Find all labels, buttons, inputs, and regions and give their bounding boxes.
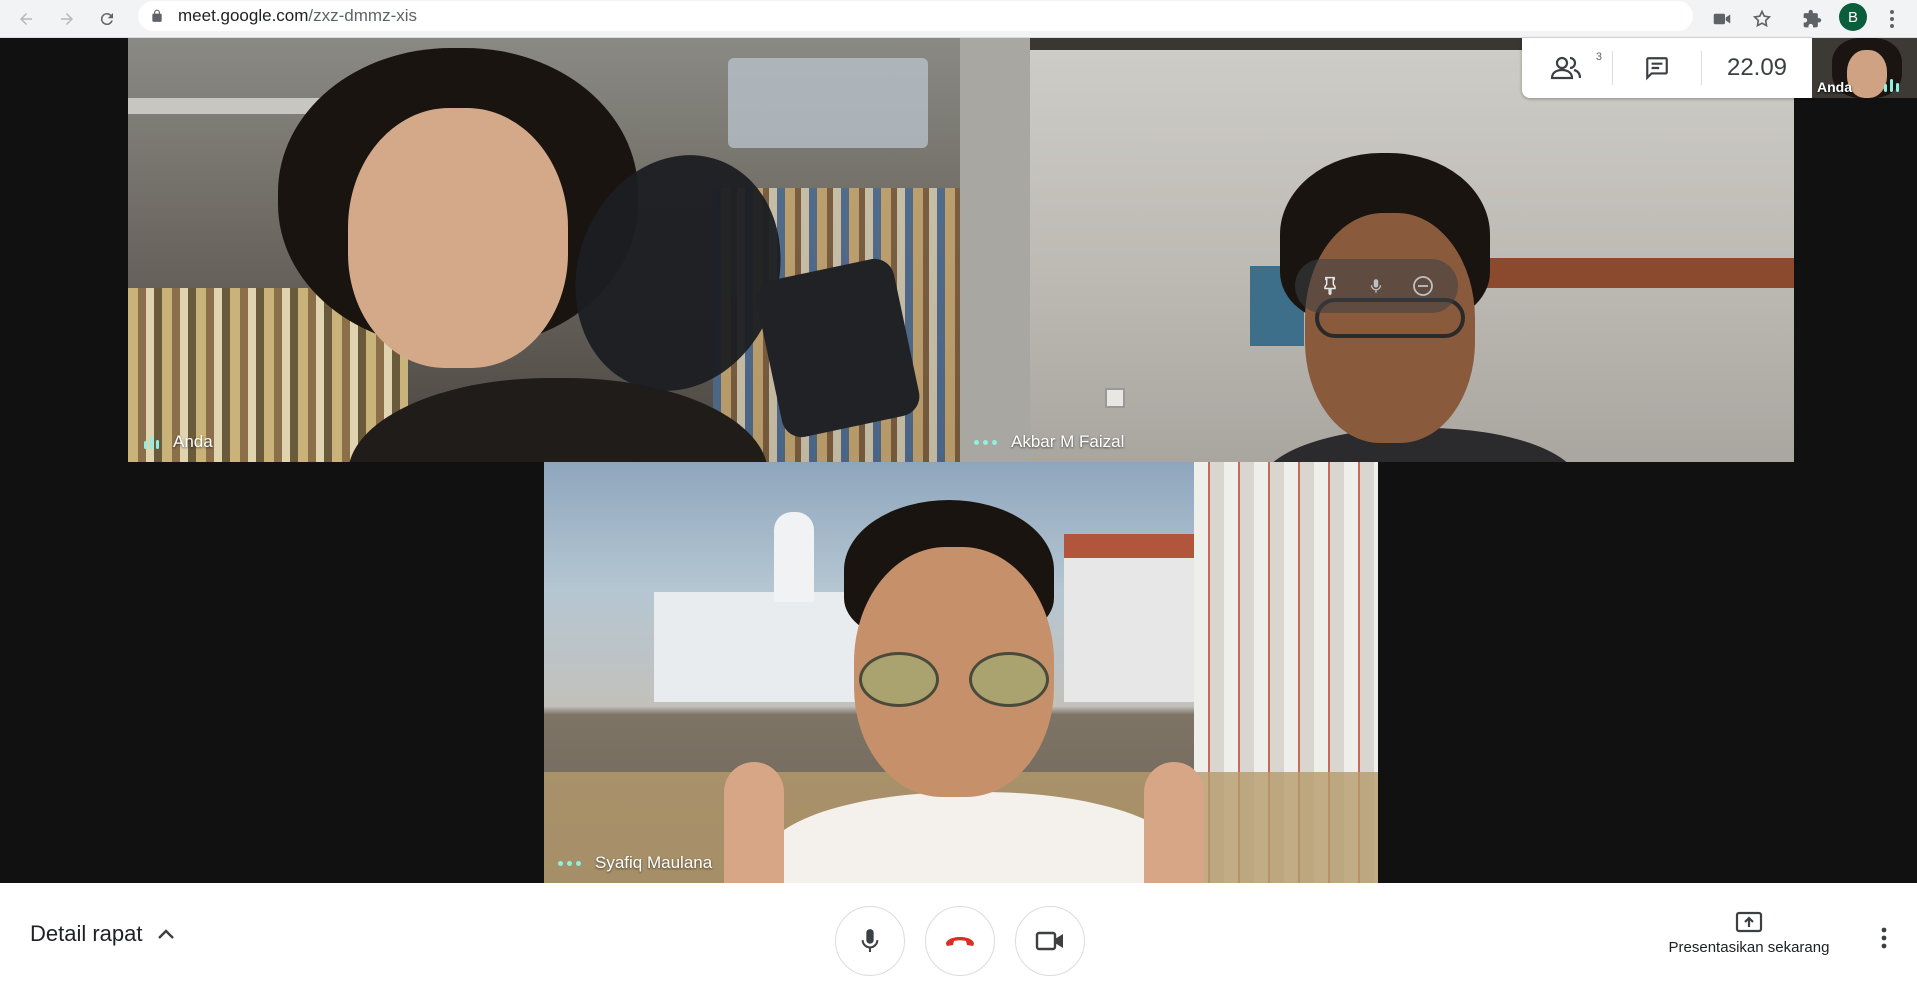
meeting-clock: 22.09: [1702, 38, 1812, 98]
more-options-dots-icon[interactable]: [558, 860, 581, 866]
microphone-button[interactable]: [835, 906, 905, 976]
self-view-thumbnail[interactable]: Anda: [1812, 38, 1917, 98]
video-tile-anda[interactable]: Anda: [128, 38, 960, 462]
camera-icon[interactable]: [1707, 4, 1737, 34]
video-camera-icon: [1035, 931, 1063, 951]
call-controls-bar: Detail rapat Presentasikan sekarang: [0, 883, 1917, 985]
participant-count: 3: [1595, 51, 1602, 63]
present-now-button[interactable]: Presentasikan sekarang: [1660, 911, 1838, 956]
participant-name: Anda: [173, 432, 213, 451]
url-text: meet.google.com/zxz-dmmz-xis: [178, 6, 418, 25]
present-screen-icon: [1735, 911, 1763, 933]
speaking-indicator-icon: [1884, 78, 1899, 92]
meeting-details-label: Detail rapat: [30, 921, 143, 946]
microphone-icon: [861, 929, 879, 952]
participant-name-tag: Anda: [144, 432, 213, 452]
hangup-icon: [946, 937, 974, 946]
browser-menu-icon[interactable]: [1877, 4, 1907, 34]
speaking-indicator-icon: [144, 435, 159, 449]
more-options-button[interactable]: [1872, 923, 1896, 953]
browser-toolbar: meet.google.com/zxz-dmmz-xis B: [0, 0, 1917, 38]
camera-button[interactable]: [1015, 906, 1085, 976]
reload-icon[interactable]: [93, 5, 121, 33]
pin-icon[interactable]: [1317, 273, 1343, 299]
participants-button[interactable]: 3: [1522, 38, 1612, 98]
forward-icon[interactable]: [53, 5, 81, 33]
extensions-icon[interactable]: [1797, 4, 1827, 34]
self-view-label: Anda: [1817, 79, 1852, 95]
profile-avatar[interactable]: B: [1839, 3, 1867, 31]
meeting-details-toggle[interactable]: Detail rapat: [30, 921, 175, 947]
chat-button[interactable]: [1613, 38, 1701, 98]
back-icon[interactable]: [12, 5, 40, 33]
video-tile-syafiq-maulana[interactable]: Syafiq Maulana: [544, 462, 1378, 883]
participant-name-tag: Akbar M Faizal: [974, 432, 1124, 452]
tile-hover-controls: [1295, 259, 1458, 313]
leave-call-button[interactable]: [925, 906, 995, 976]
video-tile-akbar-m-faizal[interactable]: Akbar M Faizal: [960, 38, 1794, 462]
participant-name: Syafiq Maulana: [595, 853, 713, 872]
participant-name: Akbar M Faizal: [1011, 432, 1125, 451]
people-icon: [1550, 56, 1582, 80]
meeting-stage: Anda Akbar M Faizal Syafiq Maulana: [0, 38, 1917, 883]
lock-icon[interactable]: [150, 9, 164, 23]
chat-icon: [1646, 57, 1668, 81]
participant-name-tag: Syafiq Maulana: [558, 853, 712, 873]
clock-time: 22.09: [1726, 54, 1788, 81]
mic-icon[interactable]: [1363, 273, 1389, 299]
more-options-dots-icon[interactable]: [974, 439, 997, 445]
meeting-info-panel: 3 22.09: [1522, 38, 1812, 98]
present-now-label: Presentasikan sekarang: [1668, 939, 1830, 956]
remove-icon[interactable]: [1410, 273, 1436, 299]
chevron-up-icon: [157, 929, 174, 939]
star-icon[interactable]: [1747, 4, 1777, 34]
address-bar[interactable]: meet.google.com/zxz-dmmz-xis: [138, 1, 1693, 31]
more-vert-icon: [1881, 927, 1887, 949]
